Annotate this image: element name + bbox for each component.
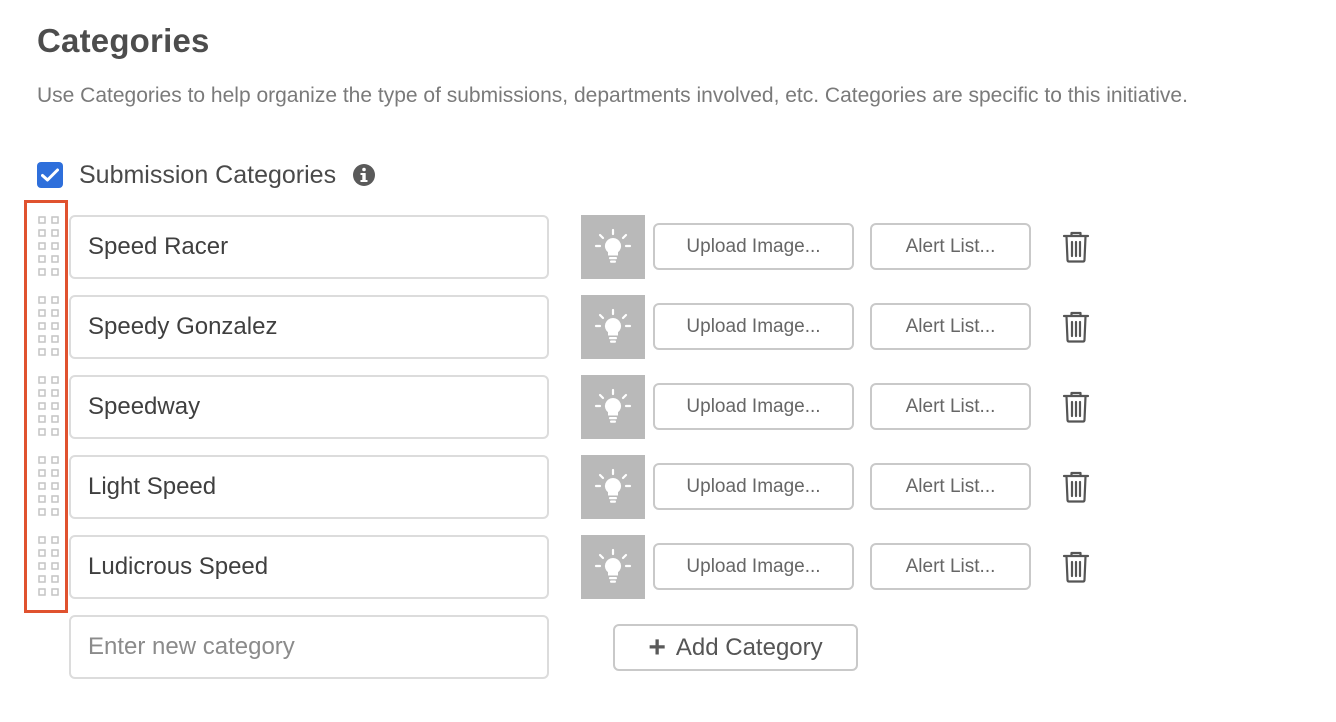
submission-categories-checkbox[interactable] — [37, 162, 63, 188]
alert-list-button[interactable]: Alert List... — [870, 303, 1031, 350]
plus-icon: + — [648, 630, 666, 664]
drag-handle-icon[interactable] — [37, 375, 61, 439]
category-name-input[interactable] — [69, 295, 549, 359]
upload-image-button[interactable]: Upload Image... — [653, 543, 854, 590]
category-row: Upload Image... Alert List... — [0, 215, 1336, 279]
category-name-input[interactable] — [69, 455, 549, 519]
trash-icon[interactable] — [1062, 231, 1090, 263]
drag-handle-icon[interactable] — [37, 535, 61, 599]
alert-list-button[interactable]: Alert List... — [870, 223, 1031, 270]
new-category-input[interactable] — [69, 615, 549, 679]
alert-list-button[interactable]: Alert List... — [870, 543, 1031, 590]
upload-image-button[interactable]: Upload Image... — [653, 223, 854, 270]
upload-image-button[interactable]: Upload Image... — [653, 303, 854, 350]
drag-handle-icon[interactable] — [37, 215, 61, 279]
category-row: Upload Image... Alert List... — [0, 455, 1336, 519]
lightbulb-icon[interactable] — [581, 455, 645, 519]
add-category-button[interactable]: + Add Category — [613, 624, 858, 671]
categories-page: Categories Use Categories to help organi… — [0, 0, 1336, 722]
page-title: Categories — [37, 22, 210, 59]
trash-icon[interactable] — [1062, 391, 1090, 423]
page-description: Use Categories to help organize the type… — [37, 84, 1188, 107]
drag-handle-icon[interactable] — [37, 295, 61, 359]
category-row: Upload Image... Alert List... — [0, 295, 1336, 359]
category-row: Upload Image... Alert List... — [0, 375, 1336, 439]
submission-categories-header: Submission Categories — [37, 158, 376, 192]
category-name-input[interactable] — [69, 375, 549, 439]
lightbulb-icon[interactable] — [581, 535, 645, 599]
checkmark-icon — [41, 168, 59, 182]
info-circle-icon[interactable] — [352, 163, 376, 187]
category-name-input[interactable] — [69, 215, 549, 279]
trash-icon[interactable] — [1062, 471, 1090, 503]
alert-list-button[interactable]: Alert List... — [870, 463, 1031, 510]
category-row: Upload Image... Alert List... — [0, 535, 1336, 599]
drag-handle-icon[interactable] — [37, 455, 61, 519]
category-name-input[interactable] — [69, 535, 549, 599]
lightbulb-icon[interactable] — [581, 215, 645, 279]
add-category-label: Add Category — [675, 633, 823, 661]
alert-list-button[interactable]: Alert List... — [870, 383, 1031, 430]
lightbulb-icon[interactable] — [581, 375, 645, 439]
section-label: Submission Categories — [79, 160, 337, 189]
lightbulb-icon[interactable] — [581, 295, 645, 359]
upload-image-button[interactable]: Upload Image... — [653, 383, 854, 430]
trash-icon[interactable] — [1062, 311, 1090, 343]
upload-image-button[interactable]: Upload Image... — [653, 463, 854, 510]
trash-icon[interactable] — [1062, 551, 1090, 583]
